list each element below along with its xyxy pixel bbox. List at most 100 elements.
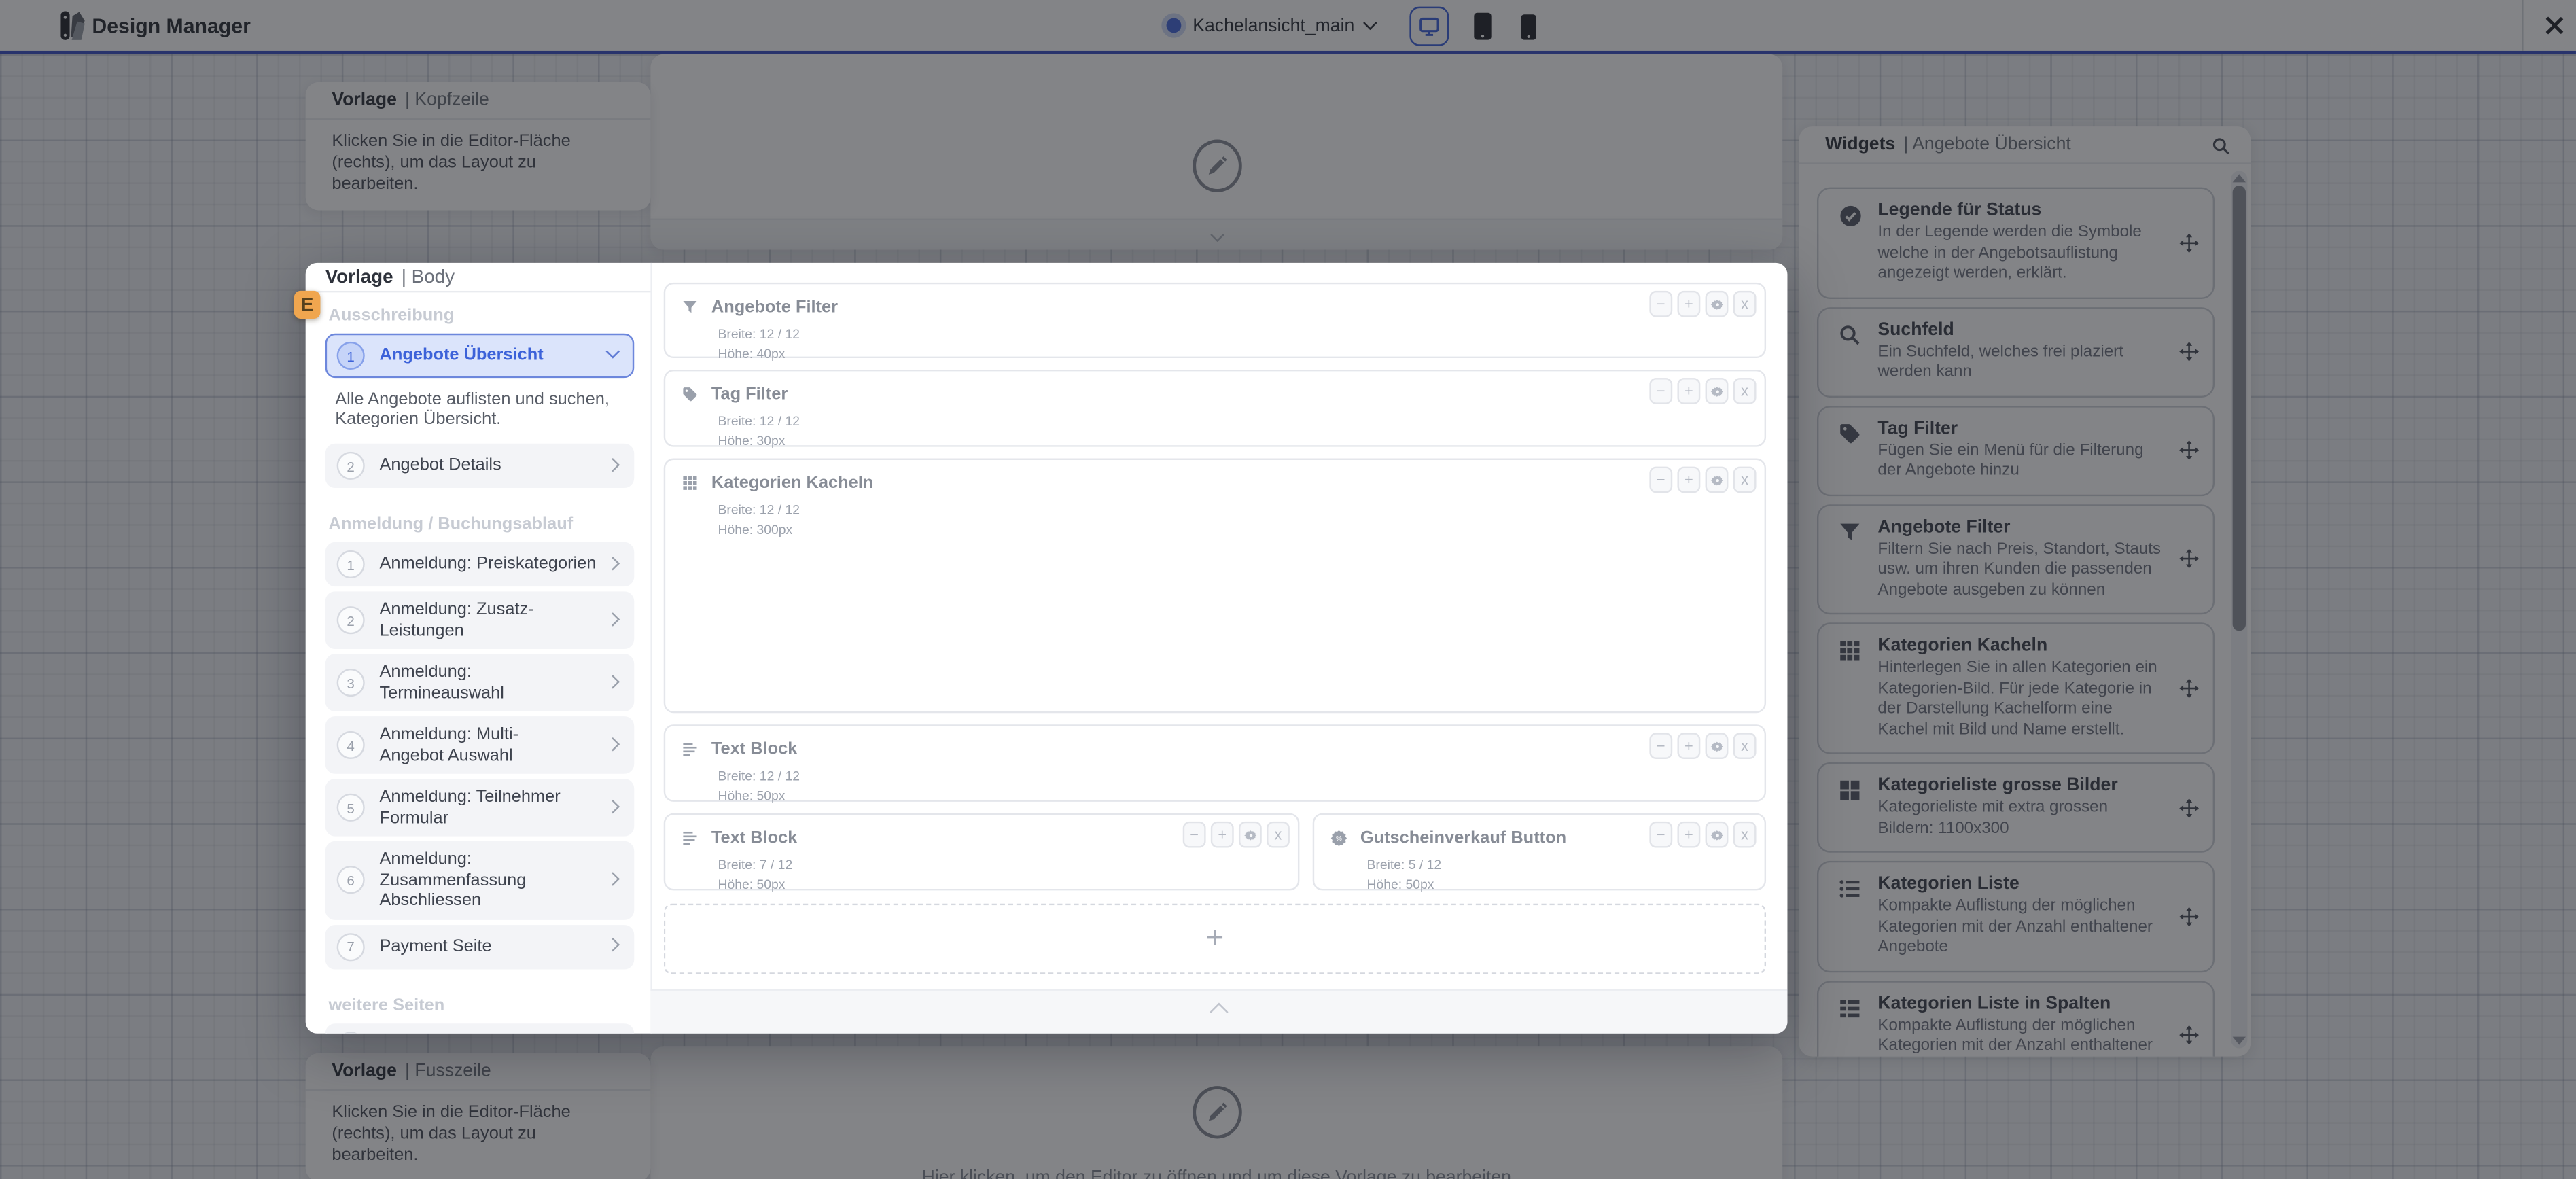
block-title: Kategorien Kacheln <box>711 473 874 493</box>
template-name: | Body <box>401 266 455 287</box>
settings-button[interactable] <box>1705 733 1729 759</box>
sidebar-item-label: Anmeldung: Zusammenfassung Abschliessen <box>379 849 527 911</box>
text-icon <box>682 741 698 757</box>
block-controls: − + x <box>1649 821 1757 848</box>
grow-button[interactable]: + <box>1677 290 1701 317</box>
block-controls: − + x <box>1649 290 1757 317</box>
block-height: Höhe: 30px <box>718 434 786 449</box>
collapse-strip[interactable] <box>650 989 1788 1034</box>
sidebar-item-angebot-details[interactable]: 2 Angebot Details <box>325 443 635 489</box>
step-number: 5 <box>336 793 365 822</box>
chevron-right-icon <box>605 798 620 813</box>
block-width: Breite: 12 / 12 <box>718 502 800 518</box>
chevron-down-icon <box>605 343 620 358</box>
step-number: 1 <box>336 550 365 579</box>
block-angebote-filter[interactable]: Angebote Filter Breite: 12 / 12 Höhe: 40… <box>663 282 1767 362</box>
settings-button[interactable] <box>1705 821 1729 848</box>
sidebar-divider <box>650 262 652 1034</box>
settings-button[interactable] <box>1705 466 1729 493</box>
block-text-seven[interactable]: Text Block Breite: 7 / 12 Höhe: 50px − +… <box>663 813 1300 892</box>
grow-button[interactable]: + <box>1677 466 1701 493</box>
block-controls: − + x <box>1182 821 1290 848</box>
shrink-button[interactable]: − <box>1649 378 1673 404</box>
shrink-button[interactable]: − <box>1649 821 1673 848</box>
block-height: Höhe: 50px <box>1366 877 1434 892</box>
block-height: Höhe: 40px <box>718 347 786 362</box>
sidebar-item-teilnehmer-formular[interactable]: 5 Anmeldung: Teilnehmer Formular <box>325 778 635 837</box>
remove-button[interactable]: x <box>1733 378 1757 404</box>
step-number: 4 <box>336 731 365 759</box>
grow-button[interactable]: + <box>1210 821 1234 848</box>
add-block-zone[interactable]: + <box>663 903 1767 974</box>
sidebar-item-angebote-uebersicht[interactable]: 1 Angebote Übersicht <box>325 333 635 379</box>
sidebar-item-zusammenfassung[interactable]: 6 Anmeldung: Zusammenfassung Abschliesse… <box>325 841 635 919</box>
step-number: 1 <box>336 341 365 370</box>
remove-button[interactable]: x <box>1733 821 1757 848</box>
sidebar-item-label: Anmeldung: Preiskategorien <box>379 554 597 574</box>
sidebar-item-label: Angebot Details <box>379 455 501 476</box>
block-controls: − + x <box>1649 733 1757 759</box>
grow-button[interactable]: + <box>1677 821 1701 848</box>
remove-button[interactable]: x <box>1733 290 1757 317</box>
block-kategorien-kacheln[interactable]: Kategorien Kacheln Breite: 12 / 12 Höhe:… <box>663 458 1767 714</box>
settings-button[interactable] <box>1705 378 1729 404</box>
block-tag-filter[interactable]: Tag Filter Breite: 12 / 12 Höhe: 30px − … <box>663 369 1767 449</box>
gear-icon <box>1710 474 1723 485</box>
step-number: 3 <box>336 669 365 697</box>
sidebar-item-label: Angebote Übersicht <box>379 345 544 366</box>
block-width: Breite: 5 / 12 <box>1366 858 1442 873</box>
shrink-button[interactable]: − <box>1649 733 1673 759</box>
settings-button[interactable] <box>1705 290 1729 317</box>
settings-button[interactable] <box>1238 821 1262 848</box>
remove-button[interactable]: x <box>1267 821 1290 848</box>
block-controls: − + x <box>1649 378 1757 404</box>
template-body-modal: Vorlage | Body Ausschreibung 1 Angebote … <box>305 262 1788 1034</box>
sidebar-item-multi-angebot[interactable]: 4 Anmeldung: Multi-Angebot Auswahl <box>325 716 635 774</box>
sidebar-item-payment-seite[interactable]: 7 Payment Seite <box>325 923 635 969</box>
grid-icon <box>682 475 698 491</box>
grow-button[interactable]: + <box>1677 733 1701 759</box>
sidebar-item-description: Alle Angebote auflisten und suchen, Kate… <box>335 389 610 429</box>
block-height: Höhe: 50px <box>718 788 786 804</box>
sidebar-item-label: Anmeldung: Zusatz-Leistungen <box>379 599 534 640</box>
grow-button[interactable]: + <box>1677 378 1701 404</box>
edit-badge[interactable]: E <box>294 290 321 319</box>
block-height: Höhe: 50px <box>718 877 786 892</box>
shrink-button[interactable]: − <box>1649 290 1673 317</box>
body-panel-title: Vorlage | Body <box>305 263 651 293</box>
block-title: Angebote Filter <box>711 297 839 317</box>
chevron-right-icon <box>605 673 620 688</box>
shrink-button[interactable]: − <box>1182 821 1206 848</box>
sidebar-item-termineauswahl[interactable]: 3 Anmeldung: Termineauswahl <box>325 654 635 711</box>
text-icon <box>682 830 698 846</box>
remove-button[interactable]: x <box>1733 466 1757 493</box>
remove-button[interactable]: x <box>1733 733 1757 759</box>
voucher-badge-icon: % <box>1330 830 1347 847</box>
sidebar-item-label: Payment Seite <box>379 936 492 956</box>
chevron-right-icon <box>605 612 620 626</box>
block-width: Breite: 12 / 12 <box>718 327 800 342</box>
step-number: 6 <box>336 866 365 894</box>
gear-icon <box>1710 386 1723 396</box>
block-text-full[interactable]: Text Block Breite: 12 / 12 Höhe: 50px − … <box>663 724 1767 804</box>
chevron-right-icon <box>605 457 620 472</box>
block-title: Tag Filter <box>711 384 788 404</box>
gear-icon <box>1243 829 1256 840</box>
block-title: Text Block <box>711 828 798 848</box>
section-label-weitere-seiten: weitere Seiten <box>328 994 445 1015</box>
shrink-button[interactable]: − <box>1649 466 1673 493</box>
block-gutscheinverkauf-button[interactable]: % Gutscheinverkauf Button Breite: 5 / 12… <box>1312 813 1767 892</box>
block-height: Höhe: 300px <box>718 522 793 538</box>
template-prefix: Vorlage <box>325 266 393 287</box>
page-sidebar: Ausschreibung 1 Angebote Übersicht Alle … <box>325 306 635 1034</box>
sidebar-item-abschluss-seite[interactable]: 1 Abschluss Seite <box>325 1023 635 1034</box>
plus-icon: + <box>1205 921 1224 955</box>
svg-text:%: % <box>1336 835 1342 843</box>
section-label-ausschreibung: Ausschreibung <box>328 305 455 325</box>
block-title: Gutscheinverkauf Button <box>1360 828 1567 848</box>
sidebar-item-label: Anmeldung: Termineauswahl <box>379 662 504 703</box>
sidebar-item-preiskategorien[interactable]: 1 Anmeldung: Preiskategorien <box>325 542 635 587</box>
block-width: Breite: 12 / 12 <box>718 769 800 784</box>
block-width: Breite: 7 / 12 <box>718 858 793 873</box>
sidebar-item-zusatz-leistungen[interactable]: 2 Anmeldung: Zusatz-Leistungen <box>325 591 635 649</box>
